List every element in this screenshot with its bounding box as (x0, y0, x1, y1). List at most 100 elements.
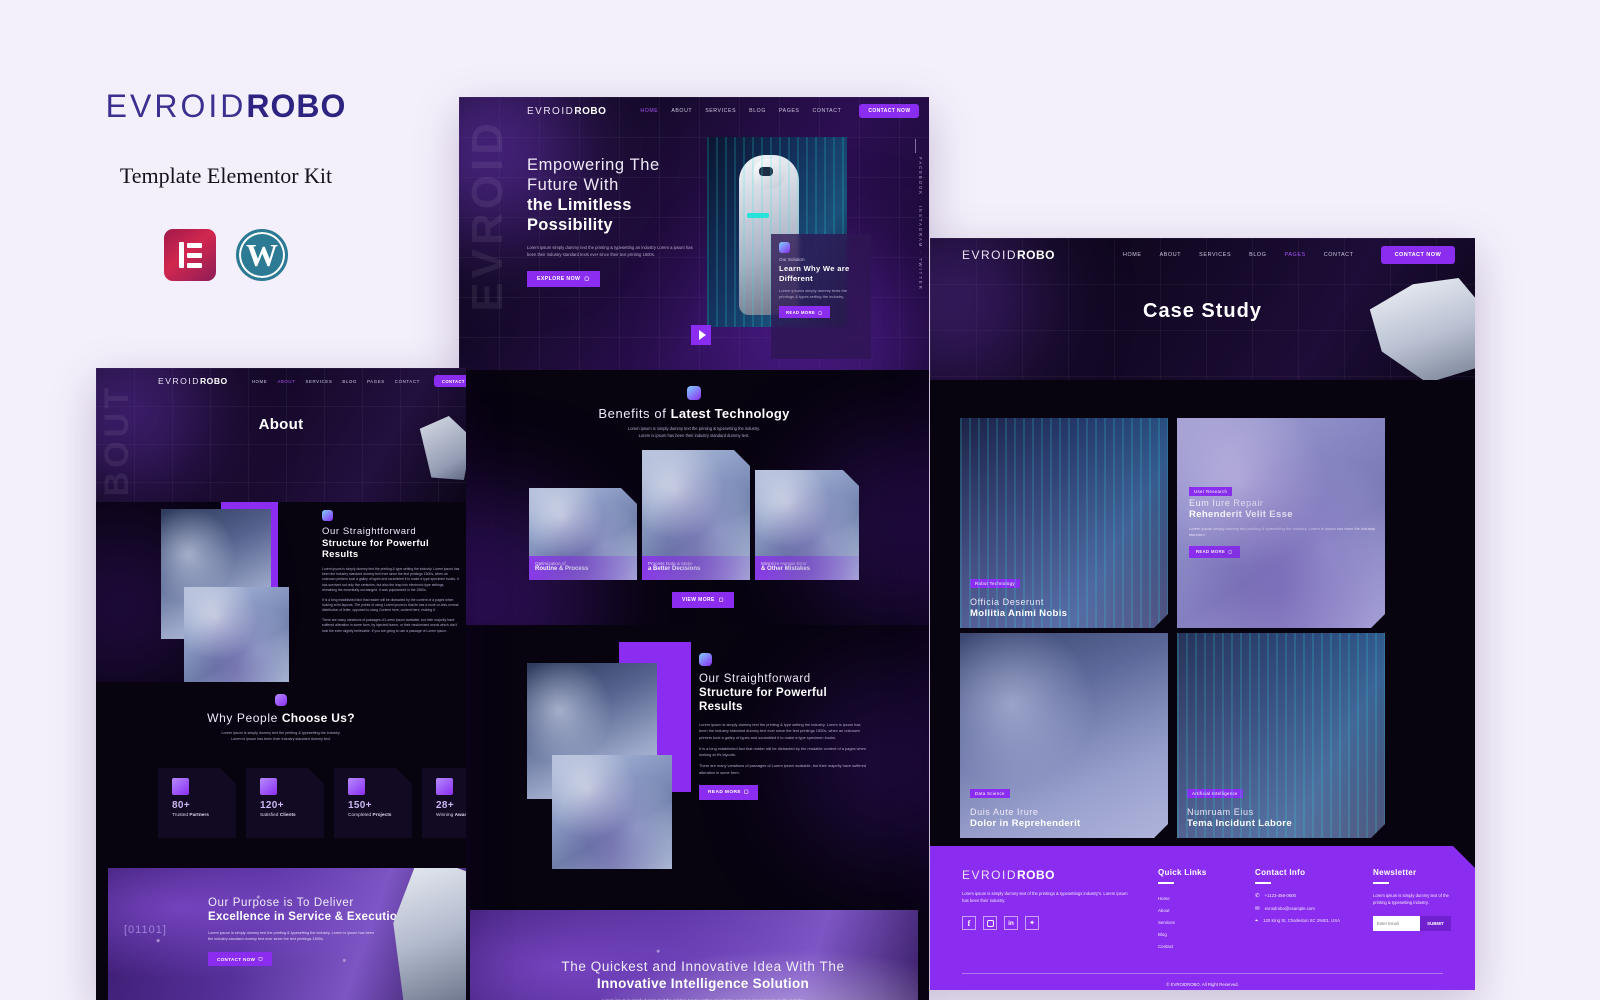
structure-icon (699, 653, 712, 666)
hero-title-line1: Empowering The (527, 156, 660, 174)
benefit-card-2[interactable]: Process Data & Make a Better Decisions (642, 450, 750, 580)
benefit-card-3-line1: Minimize Human Error (761, 561, 807, 566)
benefits-view-more-button[interactable]: VIEW MORE ▢ (672, 592, 734, 608)
case-navbar-links[interactable]: HOME ABOUT SERVICES BLOG PAGES CONTACT (1123, 252, 1354, 258)
home-cta-title-thin: The Quickest and Innovative Idea With Th… (561, 959, 845, 974)
about-navbar-cta[interactable]: CONTACT NOW (433, 375, 466, 387)
newsletter-submit-button[interactable]: SUBMIT (1420, 916, 1451, 931)
twitter-icon[interactable]: ✦ (1025, 916, 1039, 930)
structure-read-more-button[interactable]: READ MORE ▢ (699, 785, 758, 801)
stat-1-value: 80+ (172, 800, 190, 811)
nav-link-home[interactable]: HOME (640, 108, 658, 114)
stat-4-value: 28+ (436, 800, 454, 811)
arrow-icon: ▢ (718, 597, 724, 603)
nav-link-home[interactable]: HOME (252, 379, 268, 384)
benefit-card-1[interactable]: Optimization of Routine & Process (529, 488, 637, 580)
benefit-card-1-line1: Optimization of (535, 561, 566, 566)
footer-link-contact[interactable]: Contact (1158, 941, 1248, 953)
about-navbar-links[interactable]: HOME ABOUT SERVICES BLOG PAGES CONTACT (252, 379, 420, 384)
nav-link-pages[interactable]: PAGES (779, 108, 800, 114)
about-structure-paragraph-3: There are many variations of passages of… (322, 617, 457, 633)
solution-read-more-button[interactable]: READ MORE ▢ (779, 306, 830, 319)
footer-copyright: © EVROIDROBO. All Right Reserved. (1166, 982, 1239, 987)
hero-explore-button[interactable]: EXPLORE NOW ▢ (527, 271, 600, 287)
hero-title-line4: Possibility (527, 216, 613, 234)
footer-phone[interactable]: +1123-456-0600 (1265, 893, 1296, 900)
nav-link-about[interactable]: ABOUT (277, 379, 295, 384)
binary-decor: [01101] (124, 924, 167, 936)
about-structure-icon (322, 510, 333, 521)
navbar-links[interactable]: HOME ABOUT SERVICES BLOG PAGES CONTACT (640, 108, 841, 114)
structure-paragraph-1: Lorem ipsum is simply dummy text the pri… (699, 722, 861, 740)
case-navbar-cta[interactable]: CONTACT NOW (1380, 246, 1456, 264)
nav-link-services[interactable]: SERVICES (705, 108, 736, 114)
about-cta-robot-image (393, 868, 466, 1000)
footer-newsletter-title: Newsletter (1373, 868, 1417, 877)
phone-icon: ✆ (1255, 893, 1260, 899)
nav-link-about[interactable]: ABOUT (671, 108, 692, 114)
choose-title-thin: Why People (207, 711, 282, 725)
arrow-icon: ▢ (1228, 549, 1233, 555)
hero-title-line3: the Limitless (527, 196, 632, 214)
case-card-2[interactable]: User Research Eum Iure Repair Rehenderit… (1177, 418, 1385, 628)
nav-link-contact[interactable]: CONTACT (812, 108, 841, 114)
case-card-2-button[interactable]: READ MORE ▢ (1189, 546, 1240, 558)
site-footer: EVROIDROBO Lorem ipsum is simply dummy t… (930, 846, 1475, 990)
hero-side-word: EVROID (463, 119, 512, 312)
about-cta-button[interactable]: CONTACT NOW ▢ (208, 952, 272, 966)
arrow-icon: ▢ (818, 309, 823, 315)
benefit-card-2-line1: Process Data & Make (648, 561, 693, 566)
robot-icon (779, 242, 790, 253)
instagram-icon[interactable] (983, 916, 997, 930)
solution-eyebrow: Our Solution (779, 257, 805, 262)
hero-play-button[interactable] (691, 325, 711, 345)
nav-link-pages[interactable]: PAGES (367, 379, 385, 384)
hero-social-strip[interactable]: FACEBOOK · INSTAGRAM · TWITTER (918, 157, 923, 291)
nav-link-blog[interactable]: BLOG (1249, 252, 1266, 258)
footer-link-blog[interactable]: Blog (1158, 929, 1248, 941)
stat-3-label-bold: Projects (372, 813, 392, 818)
footer-link-home[interactable]: Home (1158, 893, 1248, 905)
about-structure-paragraph-1: Lorem ipsum is simply dummy text the pri… (322, 566, 460, 593)
case-card-4-tag: Artificial Intelligence (1187, 789, 1243, 798)
benefits-title-bold: Latest Technology (670, 406, 790, 421)
facebook-icon[interactable]: f (962, 916, 976, 930)
solution-paragraph: Lorem ipsums simply dummy texts the prin… (779, 288, 848, 300)
nav-link-contact[interactable]: CONTACT (1324, 252, 1354, 258)
case-card-3[interactable]: Data Science Duis Aute Irure Dolor in Re… (960, 633, 1168, 838)
navbar-cta-button[interactable]: CONTACT NOW (859, 104, 920, 118)
footer-email[interactable]: evroidrobo@example.com (1265, 906, 1315, 913)
about-navbar-logo: EVROIDROBO (158, 376, 228, 386)
nav-link-services[interactable]: SERVICES (305, 379, 332, 384)
trophy-icon (436, 778, 453, 795)
solution-title-line1: Learn Why We are (779, 264, 850, 273)
elementor-icon (164, 229, 216, 281)
footer-contact-title: Contact Info (1255, 868, 1306, 877)
stat-card-4: 28+ Winning Awards (422, 768, 466, 838)
nav-link-blog[interactable]: BLOG (342, 379, 357, 384)
case-card-1[interactable]: Robot Technology Officia Deserunt Mollit… (960, 418, 1168, 628)
nav-link-services[interactable]: SERVICES (1199, 252, 1231, 258)
structure-paragraph-3: There are many variations of passages of… (699, 763, 867, 775)
nav-link-blog[interactable]: BLOG (749, 108, 766, 114)
newsletter-email-input[interactable] (1373, 916, 1420, 931)
structure-title-bold-2: Results (699, 701, 743, 713)
footer-newsletter-text: Lorem ipsum is simply dummy text of the … (1373, 893, 1449, 905)
nav-link-pages[interactable]: PAGES (1285, 252, 1306, 258)
about-structure-image-b (184, 587, 289, 682)
benefits-title-thin: Benefits of (598, 406, 671, 421)
about-hero-title: About (258, 416, 304, 433)
nav-link-home[interactable]: HOME (1123, 252, 1142, 258)
footer-link-about[interactable]: About (1158, 905, 1248, 917)
stat-3-value: 150+ (348, 800, 372, 811)
nav-link-contact[interactable]: CONTACT (395, 379, 420, 384)
benefit-card-3[interactable]: Minimize Human Error & Other Mistakes (755, 470, 859, 580)
linkedin-icon[interactable]: in (1004, 916, 1018, 930)
about-structure-title-bold-1: Structure for Powerful (322, 537, 429, 549)
structure-title-bold-1: Structure for Powerful (699, 687, 828, 699)
stat-card-2: 120+ Satisfied Clients (246, 768, 324, 838)
arrow-icon: ▢ (584, 276, 590, 282)
footer-link-services[interactable]: Services (1158, 917, 1248, 929)
case-card-4[interactable]: Artificial Intelligence Numruam Eius Tem… (1177, 633, 1385, 838)
nav-link-about[interactable]: ABOUT (1160, 252, 1182, 258)
